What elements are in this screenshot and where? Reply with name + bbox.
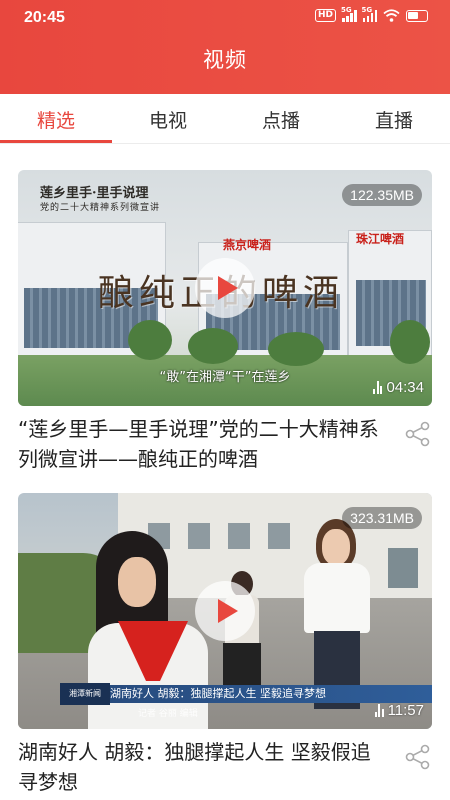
hd-badge: HD	[314, 9, 336, 22]
battery-icon	[406, 9, 428, 22]
thumbnail-subtitle: “敢”在湘潭“干”在莲乡	[159, 370, 291, 385]
cellular-signal-icon: 5G	[341, 6, 357, 22]
tab-on-demand[interactable]: 点播	[225, 106, 337, 133]
status-time: 20:45	[24, 9, 65, 26]
status-icons: HD 5G 5G	[314, 6, 428, 22]
tab-tv[interactable]: 电视	[112, 106, 224, 133]
page-title: 视频	[203, 48, 247, 72]
program-logo-subtitle: 党的二十大精神系列微宣讲	[40, 203, 161, 213]
play-button[interactable]	[195, 581, 255, 641]
file-size-badge: 122.35MB	[342, 184, 422, 206]
play-button[interactable]	[195, 258, 255, 318]
video-card[interactable]: 湖南好人 胡毅：独腿撑起人生 坚毅追寻梦想 湘潭新闻 记者 谷丽 编辑 323.…	[18, 493, 432, 794]
tab-bar: 精选 电视 点播 直播	[0, 94, 450, 144]
share-icon[interactable]	[404, 743, 432, 771]
video-card[interactable]: 燕京啤酒 珠江啤酒 莲乡里手·里手说理 党的二十大精神系列微宣讲 酿纯正的啤酒 …	[18, 170, 432, 471]
tab-live[interactable]: 直播	[338, 106, 450, 133]
sign-text-left: 燕京啤酒	[223, 238, 272, 252]
cellular-signal-icon-2: 5G	[362, 6, 377, 22]
status-bar: 20:45 HD 5G 5G	[0, 0, 450, 36]
wifi-icon	[383, 9, 400, 22]
video-thumbnail[interactable]: 燕京啤酒 珠江啤酒 莲乡里手·里手说理 党的二十大精神系列微宣讲 酿纯正的啤酒 …	[18, 170, 432, 406]
active-tab-indicator	[0, 140, 112, 143]
sign-text-right: 珠江啤酒	[356, 232, 405, 246]
duration-label: 11:57	[374, 702, 424, 719]
audio-bars-icon	[374, 704, 384, 717]
program-logo-title: 莲乡里手·里手说理	[40, 186, 149, 201]
news-caption-bar: 湖南好人 胡毅：独腿撑起人生 坚毅追寻梦想	[60, 685, 432, 703]
app-header: 20:45 HD 5G 5G 视频	[0, 0, 450, 94]
duration-label: 04:34	[373, 379, 424, 396]
video-thumbnail[interactable]: 湖南好人 胡毅：独腿撑起人生 坚毅追寻梦想 湘潭新闻 记者 谷丽 编辑 323.…	[18, 493, 432, 729]
audio-bars-icon	[373, 381, 383, 394]
tab-featured[interactable]: 精选	[0, 106, 112, 133]
news-credits: 记者 谷丽 编辑	[138, 709, 198, 719]
video-title[interactable]: 湖南好人 胡毅：独腿撑起人生 坚毅假追寻梦想	[18, 737, 388, 797]
video-title[interactable]: “莲乡里手—里手说理”党的二十大精神系列微宣讲——酿纯正的啤酒	[18, 414, 388, 474]
file-size-badge: 323.31MB	[342, 507, 422, 529]
news-channel-logo: 湘潭新闻	[60, 683, 110, 705]
share-icon[interactable]	[404, 420, 432, 448]
